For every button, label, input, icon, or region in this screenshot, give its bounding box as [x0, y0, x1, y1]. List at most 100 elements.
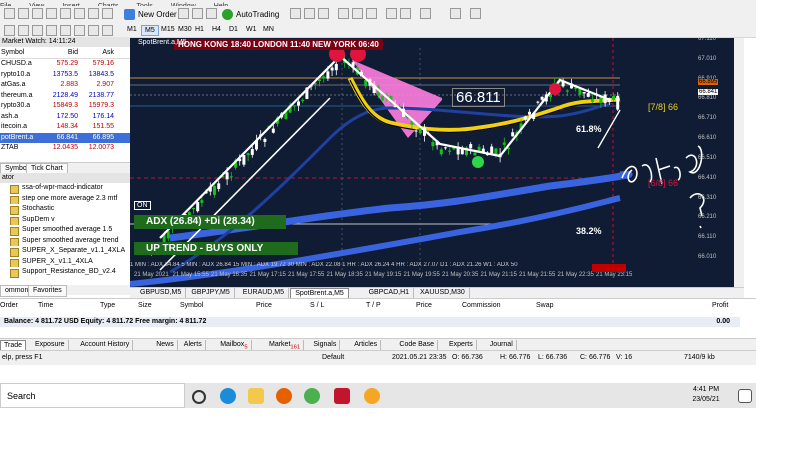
terminal-tab-journal[interactable]: Journal: [487, 340, 517, 350]
navigator-indicator-item[interactable]: ssa-of-wpr-macd-indicator: [0, 183, 130, 194]
new-chart-icon[interactable]: [4, 8, 15, 19]
signals-icon[interactable]: [206, 8, 217, 19]
channel-icon[interactable]: [74, 25, 85, 36]
market-watch-row[interactable]: CHUSD.a 575.29 579.16: [0, 59, 130, 70]
timeframe-h4[interactable]: H4: [209, 25, 224, 34]
ask-price: 176.14: [92, 112, 114, 120]
timeframe-mn[interactable]: MN: [260, 25, 277, 34]
line-chart-icon[interactable]: [318, 8, 329, 19]
terminal-tab-code-base[interactable]: Code Base: [396, 340, 439, 350]
metaeditor-icon[interactable]: [178, 8, 189, 19]
edge-icon[interactable]: [220, 388, 236, 404]
indicator-icon: [10, 258, 19, 267]
crosshair-icon[interactable]: [18, 25, 29, 36]
notifications-icon[interactable]: [738, 389, 752, 403]
task-view-icon[interactable]: [192, 390, 206, 404]
navigator-indicator-item[interactable]: SupDem v: [0, 215, 130, 225]
zoom-in-icon[interactable]: [338, 8, 349, 19]
terminal-tab-market[interactable]: Market161: [266, 340, 305, 350]
market-watch-row[interactable]: rypto10.a 13753.5 13843.5: [0, 70, 130, 81]
profiles-icon[interactable]: [18, 8, 29, 19]
autotrading-button[interactable]: AutoTrading: [222, 8, 279, 21]
candlestick-icon[interactable]: [304, 8, 315, 19]
options-icon[interactable]: [192, 8, 203, 19]
text-icon[interactable]: [102, 25, 113, 36]
chart-tab[interactable]: XAUUSD,M30: [416, 288, 470, 298]
terminal-tab-articles[interactable]: Articles: [351, 340, 382, 350]
chart-scrollbar[interactable]: [734, 38, 744, 287]
terminal-tab-account-history[interactable]: Account History: [77, 340, 134, 350]
indicator-label: Super smoothed average trend: [22, 236, 119, 244]
chart-tab[interactable]: GBPCAD,H1: [365, 288, 415, 298]
vertical-line-icon[interactable]: [32, 25, 43, 36]
terminal-tab-exposure[interactable]: Exposure: [32, 340, 69, 350]
timeframe-m5[interactable]: M5: [141, 25, 159, 36]
periods-icon[interactable]: [450, 8, 461, 19]
chart-tab[interactable]: GBPUSD,M5: [136, 288, 187, 298]
market-watch-row[interactable]: thereum.a 2128.49 2138.77: [0, 91, 130, 102]
market-watch-row[interactable]: ZTAB 12.0435 12.0073: [0, 143, 130, 154]
market-watch-row[interactable]: potBrent.a 66.841 66.895: [0, 132, 130, 143]
autoscroll-icon[interactable]: [386, 8, 397, 19]
price-axis-label: 66.310: [698, 194, 717, 201]
indicator-icon: [10, 269, 19, 278]
chart-tab[interactable]: GBPJPY,M5: [187, 288, 235, 298]
indicator-icon: [10, 185, 19, 194]
file-explorer-icon[interactable]: [248, 388, 264, 404]
chart-shift-icon[interactable]: [400, 8, 411, 19]
market-watch-icon[interactable]: [32, 8, 43, 19]
market-watch-row[interactable]: ash.a 172.50 176.14: [0, 112, 130, 123]
timeframe-d1[interactable]: D1: [226, 25, 241, 34]
terminal-tab-news[interactable]: News: [153, 340, 178, 350]
market-watch-row[interactable]: atGas.a 2.883 2.907: [0, 80, 130, 91]
timeframe-m1[interactable]: M1: [124, 25, 140, 34]
candle-body: [528, 111, 531, 115]
trend-banner: UP TREND - BUYS ONLY: [134, 242, 298, 255]
navigator-indicator-item[interactable]: Super smoothed average 1.5: [0, 225, 130, 236]
navigator-indicator-item[interactable]: Support_Resistance_BD_v2.4: [0, 267, 130, 278]
candle-body: [582, 91, 586, 94]
tab-favorites[interactable]: Favorites: [28, 285, 67, 297]
price-chart[interactable]: HONG KONG 18:40 LONDON 11:40 NEW YORK 06…: [130, 38, 734, 287]
terminal-tab-signals[interactable]: Signals: [310, 340, 341, 350]
timeframe-h1[interactable]: H1: [192, 25, 207, 34]
indicators-icon[interactable]: [420, 8, 431, 19]
metatrader-icon[interactable]: [364, 388, 380, 404]
column-header: Type: [100, 302, 116, 309]
price-axis-label: 66.841: [698, 89, 719, 96]
market-watch-row[interactable]: rypto30.a 15849.3 15979.3: [0, 101, 130, 112]
navigator-indicator-item[interactable]: SUPER_X_v1.1_4XLA: [0, 257, 130, 267]
objects-icon[interactable]: [102, 8, 113, 19]
new-order-button[interactable]: New Order: [124, 8, 177, 21]
terminal-tab-alerts[interactable]: Alerts: [181, 340, 206, 350]
navigator-indicator-item[interactable]: SUPER_X_Separate_v1.1_4XLA: [0, 246, 130, 257]
tile-windows-icon[interactable]: [366, 8, 377, 19]
market-watch-row[interactable]: itecoin.a 148.34 151.55: [0, 122, 130, 133]
timeframe-w1[interactable]: W1: [243, 25, 260, 34]
tester-icon[interactable]: [88, 8, 99, 19]
fibonacci-icon[interactable]: [88, 25, 99, 36]
firefox-icon[interactable]: [276, 388, 292, 404]
templates-icon[interactable]: [470, 8, 481, 19]
bar-chart-icon[interactable]: [290, 8, 301, 19]
app-p-icon[interactable]: [334, 388, 350, 404]
navigator-icon[interactable]: [60, 8, 71, 19]
candle-body: [612, 95, 615, 100]
data-window-icon[interactable]: [46, 8, 57, 19]
zoom-out-icon[interactable]: [352, 8, 363, 19]
navigator-indicator-item[interactable]: Stochastic: [0, 204, 130, 215]
symbol-name: potBrent.a: [1, 133, 34, 141]
symbol-name: ash.a: [1, 112, 19, 120]
trendline-icon[interactable]: [60, 25, 71, 36]
terminal-tab-experts[interactable]: Experts: [446, 340, 477, 350]
chrome-icon[interactable]: [304, 388, 320, 404]
chart-tab[interactable]: EURAUD,M5: [239, 288, 290, 298]
cursor-icon[interactable]: [4, 25, 15, 36]
navigator-indicator-item[interactable]: step one more average 2.3 mtf: [0, 194, 130, 204]
horizontal-line-icon[interactable]: [46, 25, 57, 36]
terminal-tab-mailbox[interactable]: Mailbox5: [217, 340, 252, 350]
terminal-icon[interactable]: [74, 8, 85, 19]
navigator-indicator-item[interactable]: Super smoothed average trend: [0, 236, 130, 246]
taskbar-search[interactable]: Search: [0, 383, 185, 408]
tab-label: Exposure: [35, 341, 65, 348]
